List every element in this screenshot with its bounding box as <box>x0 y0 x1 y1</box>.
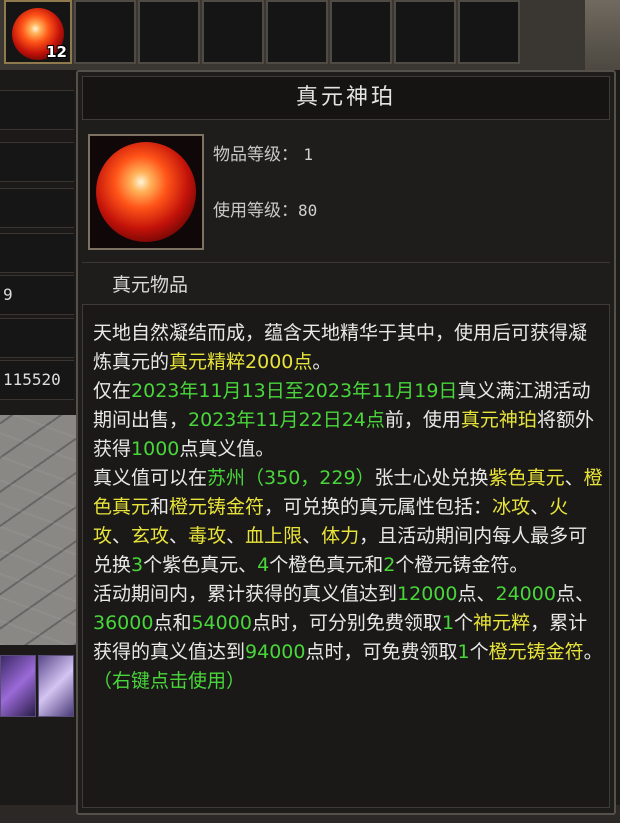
description-text: 苏州（350，229） <box>207 467 375 489</box>
description-text: 、 <box>530 496 550 518</box>
panel-row <box>0 233 74 273</box>
description-text: 94000 <box>245 641 306 663</box>
description-text: 点、 <box>555 583 594 605</box>
stone-background <box>0 415 76 645</box>
description-text: 毒攻 <box>188 525 227 547</box>
description-text: 36000 <box>93 612 154 634</box>
description-text: 点时，可分别免费领取 <box>251 612 442 634</box>
description-text: 橙元铸金符 <box>488 641 584 663</box>
description-text: 仅在 <box>93 380 132 402</box>
description-text: 、 <box>564 467 584 489</box>
description-text: 3 <box>131 554 144 576</box>
description-paragraph: （右键点击使用） <box>93 667 605 696</box>
panel-row <box>0 188 74 228</box>
description-paragraph: 仅在2023年11月13日至2023年11月19日真义满江湖活动期间出售，202… <box>93 377 605 464</box>
description-paragraph: 活动期间内，累计获得的真义值达到12000点、24000点、36000点和540… <box>93 580 605 667</box>
description-text: 、 <box>169 525 189 547</box>
description-text: 张士心处兑换 <box>374 467 489 489</box>
description-text: 活动期间内，累计获得的真义值达到 <box>93 583 398 605</box>
description-text: 12000 <box>397 583 458 605</box>
description-text: 点真义值。 <box>179 438 275 460</box>
description-text: 点和 <box>153 612 192 634</box>
description-text: 个橙色真元和 <box>269 554 384 576</box>
panel-row <box>0 90 74 130</box>
inventory-slot-1[interactable]: 12 <box>4 0 72 64</box>
description-text: 1 <box>441 612 455 634</box>
red-fire-orb-icon <box>96 142 196 242</box>
description-text: 玄攻 <box>131 525 170 547</box>
description-text: 54000 <box>191 612 252 634</box>
panel-row <box>0 318 74 358</box>
item-name: 真元神珀 <box>82 76 610 120</box>
scene-decoration <box>585 0 620 70</box>
description-paragraph: 天地自然凝结而成，蕴含天地精华于其中，使用后可获得凝炼真元的真元精粹2000点。 <box>93 319 605 377</box>
use-level: 使用等级：80 <box>213 196 317 221</box>
description-text: 、 <box>112 525 132 547</box>
inventory-slot-5[interactable] <box>266 0 328 64</box>
item-level-label: 物品等级： <box>213 145 298 165</box>
inventory-bar: 12 <box>0 0 620 70</box>
description-text: 橙元铸金符 <box>169 496 265 518</box>
description-text: 4 <box>257 554 270 576</box>
description-text: 24000 <box>495 583 556 605</box>
description-text: 2023年11月22日24点 <box>188 409 385 431</box>
description-text: 紫色真元 <box>488 467 565 489</box>
description-text: 前，使用 <box>384 409 461 431</box>
item-tooltip: 真元神珀 物品等级： 1 使用等级：80 真元物品 天地自然凝结而成，蕴含天地精… <box>76 70 616 815</box>
description-text: 血上限 <box>245 525 303 547</box>
description-text: 真元神珀 <box>460 409 537 431</box>
character-panel: 9 115520 <box>0 70 76 823</box>
description-text: 1000 <box>131 438 180 460</box>
stack-count: 12 <box>46 43 67 61</box>
description-text: 2 <box>383 554 396 576</box>
skill-slot[interactable] <box>38 655 74 717</box>
skill-slot[interactable] <box>0 655 36 717</box>
description-text: 冰攻 <box>492 496 531 518</box>
item-description: 天地自然凝结而成，蕴含天地精华于其中，使用后可获得凝炼真元的真元精粹2000点。… <box>93 319 605 696</box>
description-text: 、 <box>226 525 246 547</box>
description-text: 真义值可以在 <box>93 467 208 489</box>
inventory-slot-4[interactable] <box>202 0 264 64</box>
panel-value: 115520 <box>3 370 61 389</box>
description-text: 天地自然凝结而成，蕴含天地精华于其中，使用后可获得凝炼真元的 <box>93 322 588 373</box>
description-text: ，可兑换的真元属性包括： <box>264 496 493 518</box>
item-level: 物品等级： 1 <box>213 140 313 165</box>
description-text: （右键点击使用） <box>93 670 246 692</box>
item-icon-frame <box>88 134 204 250</box>
inventory-slot-2[interactable] <box>74 0 136 64</box>
description-paragraph: 真义值可以在苏州（350，229）张士心处兑换紫色真元、橙色真元和橙元铸金符，可… <box>93 464 605 580</box>
description-text: 点、 <box>457 583 496 605</box>
item-level-value: 1 <box>303 145 314 164</box>
inventory-slot-6[interactable] <box>330 0 392 64</box>
inventory-slot-7[interactable] <box>394 0 456 64</box>
description-text: 真元精粹 <box>169 351 246 373</box>
description-box: 天地自然凝结而成，蕴含天地精华于其中，使用后可获得凝炼真元的真元精粹2000点。… <box>82 304 610 808</box>
description-text: 个 <box>454 612 474 634</box>
description-text: 2000点 <box>245 351 313 373</box>
description-text: 神元粹 <box>473 612 531 634</box>
description-text: 2023年11月13日至2023年11月19日 <box>131 380 458 402</box>
item-type: 真元物品 <box>112 274 189 296</box>
description-text: 个紫色真元、 <box>143 554 258 576</box>
use-level-value: 80 <box>298 201 318 220</box>
inventory-slot-3[interactable] <box>138 0 200 64</box>
inventory-slot-8[interactable] <box>458 0 520 64</box>
description-text: 体力 <box>321 525 360 547</box>
description-text: 、 <box>302 525 322 547</box>
description-text: 。 <box>312 351 332 373</box>
description-text: 点时，可免费领取 <box>305 641 458 663</box>
description-text: 个 <box>469 641 489 663</box>
description-text: 和 <box>150 496 170 518</box>
panel-value: 9 <box>3 285 13 304</box>
use-level-label: 使用等级： <box>213 201 298 221</box>
panel-row <box>0 142 74 182</box>
panel-row: 9 <box>0 275 74 315</box>
description-text: 1 <box>457 641 470 663</box>
description-text: 个橙元铸金符。 <box>395 554 529 576</box>
panel-row: 115520 <box>0 360 74 400</box>
description-text: 。 <box>583 641 603 663</box>
divider <box>82 262 610 263</box>
